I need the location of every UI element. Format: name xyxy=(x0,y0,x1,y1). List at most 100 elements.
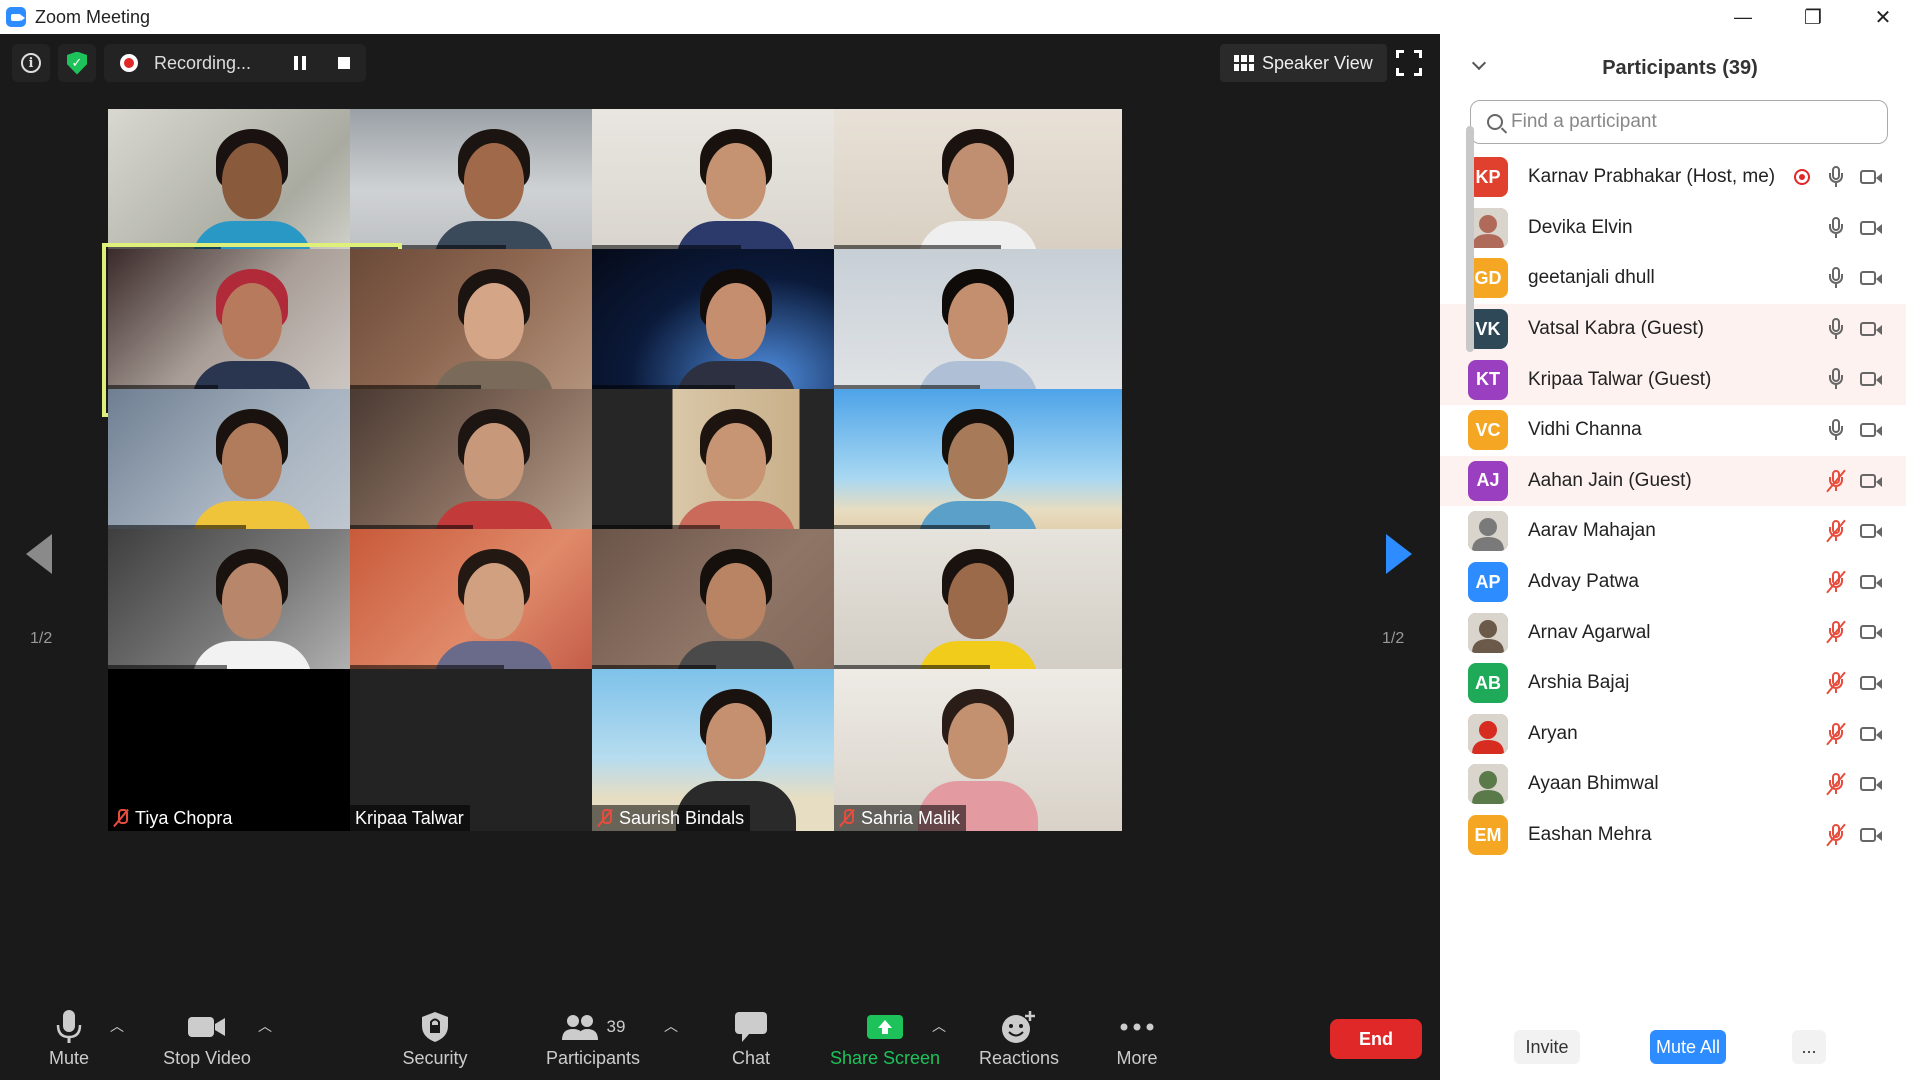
mic-muted-icon[interactable] xyxy=(1826,519,1846,543)
video-camera-icon[interactable] xyxy=(1860,726,1882,741)
participant-row[interactable]: EM Eashan Mehra xyxy=(1440,810,1906,861)
participant-avatar: GD xyxy=(1468,258,1508,299)
minimize-button[interactable]: — xyxy=(1710,0,1776,34)
mic-muted-icon xyxy=(839,809,855,827)
recording-label: Recording... xyxy=(154,52,252,73)
microphone-icon xyxy=(56,1008,82,1046)
chat-bubble-icon xyxy=(734,1008,768,1046)
video-camera-icon[interactable] xyxy=(1860,574,1882,589)
participant-row[interactable]: KP Karnav Prabhakar (Host, me) xyxy=(1440,152,1906,203)
participant-row[interactable]: GD geetanjali dhull xyxy=(1440,253,1906,304)
video-camera-icon[interactable] xyxy=(1860,271,1882,286)
mic-muted-icon[interactable] xyxy=(1826,469,1846,493)
pause-recording-button[interactable] xyxy=(294,56,306,70)
participant-row[interactable]: VC Vidhi Channa xyxy=(1440,405,1906,456)
microphone-icon[interactable] xyxy=(1826,317,1846,341)
participant-avatar: VK xyxy=(1468,309,1508,350)
participants-options-caret[interactable]: ︿ xyxy=(664,1016,678,1036)
smiley-plus-icon xyxy=(1001,1008,1037,1046)
participant-row[interactable]: AP Advay Patwa xyxy=(1440,557,1906,608)
video-camera-icon[interactable] xyxy=(1860,321,1882,336)
participants-button[interactable]: 39 Participants xyxy=(538,1008,648,1069)
participant-row[interactable]: Aryan xyxy=(1440,709,1906,760)
video-camera-icon[interactable] xyxy=(1860,524,1882,539)
participant-nameplate: Sahria Malik xyxy=(834,805,967,831)
mic-muted-icon[interactable] xyxy=(1826,620,1846,644)
video-camera-icon[interactable] xyxy=(1860,422,1882,437)
share-screen-button[interactable]: Share Screen xyxy=(830,1008,940,1069)
video-tile[interactable]: Sahria Malik xyxy=(834,669,1122,831)
encryption-button[interactable]: ✓ xyxy=(58,44,96,82)
reactions-button[interactable]: Reactions xyxy=(964,1008,1074,1069)
participant-list-name: Aarav Mahajan xyxy=(1528,520,1656,542)
restore-button[interactable]: ❐ xyxy=(1780,0,1846,34)
participant-row[interactable]: AB Arshia Bajaj xyxy=(1440,658,1906,709)
participant-row[interactable]: VK Vatsal Kabra (Guest) xyxy=(1440,303,1906,355)
participant-avatar: KP xyxy=(1468,157,1508,198)
mute-all-button[interactable]: Mute All xyxy=(1650,1030,1726,1064)
share-options-caret[interactable]: ︿ xyxy=(932,1016,946,1036)
microphone-icon[interactable] xyxy=(1826,165,1846,189)
participant-avatar: VC xyxy=(1468,410,1508,451)
video-camera-icon[interactable] xyxy=(1860,170,1882,184)
share-screen-label: Share Screen xyxy=(829,1048,941,1068)
video-camera-icon[interactable] xyxy=(1860,473,1882,488)
stop-video-button[interactable]: Stop Video xyxy=(152,1008,262,1069)
stop-recording-button[interactable] xyxy=(338,57,350,69)
recording-indicator: Recording... xyxy=(104,44,366,82)
mute-button[interactable]: Mute xyxy=(14,1008,124,1069)
video-tile[interactable]: Shubh Kakkar xyxy=(834,249,1122,411)
microphone-icon[interactable] xyxy=(1826,216,1846,240)
microphone-icon[interactable] xyxy=(1826,418,1846,442)
mic-muted-icon[interactable] xyxy=(1826,570,1846,594)
video-options-caret[interactable]: ︿ xyxy=(258,1016,272,1036)
participant-list-name: Devika Elvin xyxy=(1528,216,1633,238)
participant-search[interactable] xyxy=(1470,100,1888,144)
video-tile[interactable]: Lavanya Singla xyxy=(834,529,1122,691)
participant-name: Tiya Chopra xyxy=(135,807,233,828)
invite-button[interactable]: Invite xyxy=(1514,1030,1580,1064)
fullscreen-button[interactable] xyxy=(1394,48,1424,78)
meeting-info-button[interactable]: i xyxy=(12,44,50,82)
video-tile[interactable]: Pulkit Aggarwal xyxy=(834,389,1122,551)
video-camera-icon[interactable] xyxy=(1860,675,1882,690)
participant-list-name: Ayaan Bhimwal xyxy=(1528,773,1659,795)
participant-row[interactable]: KT Kripaa Talwar (Guest) xyxy=(1440,354,1906,405)
chat-button[interactable]: Chat xyxy=(696,1008,806,1069)
video-camera-icon[interactable] xyxy=(1860,777,1882,792)
participant-list-scrollbar[interactable] xyxy=(1466,126,1474,352)
video-camera-icon[interactable] xyxy=(1860,372,1882,387)
video-camera-icon[interactable] xyxy=(1860,625,1882,640)
end-meeting-button[interactable]: End xyxy=(1330,1019,1422,1059)
participant-avatar: AB xyxy=(1468,663,1508,704)
close-button[interactable]: ✕ xyxy=(1850,0,1916,34)
participant-row[interactable]: Devika Elvin xyxy=(1440,203,1906,254)
participant-row[interactable]: AJ Aahan Jain (Guest) xyxy=(1440,455,1906,507)
security-button[interactable]: Security xyxy=(380,1008,490,1069)
mic-muted-icon[interactable] xyxy=(1826,772,1846,796)
mic-muted-icon[interactable] xyxy=(1826,722,1846,746)
info-icon: i xyxy=(21,53,41,73)
previous-page-button[interactable] xyxy=(26,534,52,574)
mic-muted-icon[interactable] xyxy=(1826,671,1846,695)
next-page-button[interactable] xyxy=(1386,534,1412,574)
participant-avatar: EM xyxy=(1468,815,1508,856)
participant-row[interactable]: Aarav Mahajan xyxy=(1440,506,1906,557)
video-tile[interactable]: Khushi Aggarwal xyxy=(834,109,1122,271)
mute-label: Mute xyxy=(48,1048,90,1068)
more-button[interactable]: More xyxy=(1082,1008,1192,1069)
microphone-icon[interactable] xyxy=(1826,367,1846,391)
video-camera-icon[interactable] xyxy=(1860,827,1882,842)
participant-row[interactable]: Arnav Agarwal xyxy=(1440,607,1906,658)
mic-muted-icon[interactable] xyxy=(1826,823,1846,847)
participant-avatar xyxy=(1468,764,1508,805)
search-input[interactable] xyxy=(1511,111,1871,133)
title-bar: Zoom Meeting — ❐ ✕ xyxy=(0,0,1920,34)
participant-name: Sahria Malik xyxy=(861,807,961,828)
video-camera-icon[interactable] xyxy=(1860,220,1882,235)
audio-options-caret[interactable]: ︿ xyxy=(110,1016,124,1036)
speaker-view-button[interactable]: Speaker View xyxy=(1220,44,1387,82)
microphone-icon[interactable] xyxy=(1826,266,1846,290)
panel-more-button[interactable]: ... xyxy=(1792,1030,1826,1064)
participant-row[interactable]: Ayaan Bhimwal xyxy=(1440,759,1906,810)
